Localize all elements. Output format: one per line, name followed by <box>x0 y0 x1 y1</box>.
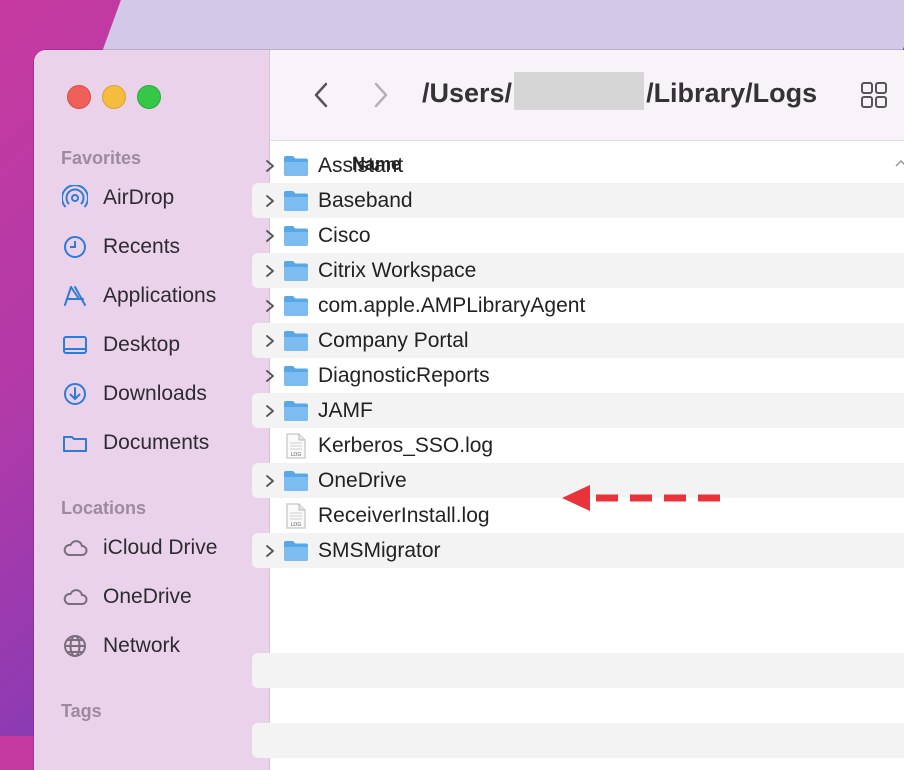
list-item[interactable]: DiagnosticReports <box>252 358 904 393</box>
sidebar-item-label: OneDrive <box>103 585 192 608</box>
sidebar-item-downloads[interactable]: Downloads <box>61 377 261 411</box>
sidebar-item-recents[interactable]: Recents <box>61 230 261 264</box>
sidebar-item-label: Downloads <box>103 382 207 405</box>
sidebar-item-label: Network <box>103 634 181 657</box>
path-suffix: /Library/Logs <box>646 78 818 109</box>
list-item-label: SMSMigrator <box>318 538 441 562</box>
svg-text:LOG: LOG <box>291 522 302 528</box>
back-button[interactable] <box>306 78 336 112</box>
folder-icon <box>282 189 310 213</box>
desktop-icon <box>61 331 89 359</box>
sidebar-item-label: AirDrop <box>103 186 175 209</box>
folder-icon <box>61 429 89 457</box>
cloud-icon <box>61 534 89 562</box>
list-item[interactable]: LOG Kerberos_SSO.log <box>252 428 904 463</box>
sidebar-item-icloud-drive[interactable]: iCloud Drive <box>61 531 261 565</box>
disclosure-chevron-icon[interactable] <box>262 544 278 558</box>
list-item-label: Cisco <box>318 223 371 247</box>
sidebar: Favorites AirDrop Recents Applications D… <box>34 50 270 770</box>
airdrop-icon <box>61 184 89 212</box>
zoom-window-button[interactable] <box>137 85 161 109</box>
list-item-label: JAMF <box>318 398 373 422</box>
redacted-username <box>514 72 645 110</box>
sidebar-item-network[interactable]: Network <box>61 629 261 663</box>
folder-icon <box>282 364 310 388</box>
disclosure-chevron-icon[interactable] <box>262 229 278 243</box>
grid-view-icon <box>861 82 887 108</box>
disclosure-chevron-icon[interactable] <box>262 474 278 488</box>
tags-heading: Tags <box>61 701 102 721</box>
globe-icon <box>61 632 89 660</box>
list-item[interactable]: Baseband <box>252 183 904 218</box>
folder-icon <box>282 399 310 423</box>
disclosure-chevron-icon[interactable] <box>262 369 278 383</box>
sidebar-item-label: iCloud Drive <box>103 536 218 559</box>
disclosure-chevron-icon[interactable] <box>262 264 278 278</box>
sidebar-item-documents[interactable]: Documents <box>61 426 261 460</box>
applications-icon <box>61 282 89 310</box>
favorites-heading: Favorites <box>61 148 142 168</box>
close-window-button[interactable] <box>67 85 91 109</box>
list-item[interactable]: Assistant <box>252 148 904 183</box>
list-item-label: Assistant <box>318 153 404 177</box>
list-item-label: ReceiverInstall.log <box>318 503 490 527</box>
downloads-icon <box>61 380 89 408</box>
folder-icon <box>282 259 310 283</box>
list-item-label: Kerberos_SSO.log <box>318 433 494 457</box>
locations-heading: Locations <box>61 498 147 518</box>
chevron-right-icon <box>374 82 388 108</box>
list-item[interactable]: JAMF <box>252 393 904 428</box>
list-item[interactable]: Company Portal <box>252 323 904 358</box>
sidebar-item-label: Recents <box>103 235 181 258</box>
disclosure-chevron-icon[interactable] <box>262 334 278 348</box>
log-file-icon: LOG <box>282 433 310 458</box>
log-file-icon: LOG <box>282 503 310 528</box>
window-title-path: /Users/ /Library/Logs <box>422 72 818 114</box>
list-item-label: OneDrive <box>318 468 407 492</box>
list-item[interactable]: SMSMigrator <box>252 533 904 568</box>
sidebar-item-desktop[interactable]: Desktop <box>61 328 261 362</box>
forward-button[interactable] <box>366 78 396 112</box>
svg-text:LOG: LOG <box>291 452 302 458</box>
empty-row <box>252 653 904 688</box>
list-item[interactable]: Cisco <box>252 218 904 253</box>
sidebar-item-label: Applications <box>103 284 217 307</box>
minimize-window-button[interactable] <box>102 85 126 109</box>
list-item[interactable]: Citrix Workspace <box>252 253 904 288</box>
path-prefix: /Users/ <box>422 78 513 109</box>
folder-icon <box>282 154 310 178</box>
list-item-label: DiagnosticReports <box>318 363 490 387</box>
disclosure-chevron-icon[interactable] <box>262 194 278 208</box>
disclosure-chevron-icon[interactable] <box>262 299 278 313</box>
folder-icon <box>282 469 310 493</box>
toolbar: /Users/ /Library/Logs <box>270 50 904 141</box>
list-item-label: Citrix Workspace <box>318 258 477 282</box>
empty-row <box>252 723 904 758</box>
sidebar-item-label: Documents <box>103 431 210 454</box>
list-item-label: Company Portal <box>318 328 469 352</box>
sidebar-item-label: Desktop <box>103 333 181 356</box>
sidebar-item-applications[interactable]: Applications <box>61 279 261 313</box>
folder-icon <box>282 224 310 248</box>
chevron-left-icon <box>314 82 328 108</box>
annotation-arrow-icon <box>562 485 725 511</box>
folder-icon <box>282 294 310 318</box>
view-options-button[interactable] <box>859 80 889 110</box>
cloud-icon <box>61 583 89 611</box>
sidebar-item-airdrop[interactable]: AirDrop <box>61 181 261 215</box>
list-item[interactable]: com.apple.AMPLibraryAgent <box>252 288 904 323</box>
sidebar-item-onedrive[interactable]: OneDrive <box>61 580 261 614</box>
folder-icon <box>282 539 310 563</box>
clock-icon <box>61 233 89 261</box>
disclosure-chevron-icon[interactable] <box>262 159 278 173</box>
list-item-label: Baseband <box>318 188 413 212</box>
disclosure-chevron-icon[interactable] <box>262 404 278 418</box>
list-item-label: com.apple.AMPLibraryAgent <box>318 293 586 317</box>
folder-icon <box>282 329 310 353</box>
